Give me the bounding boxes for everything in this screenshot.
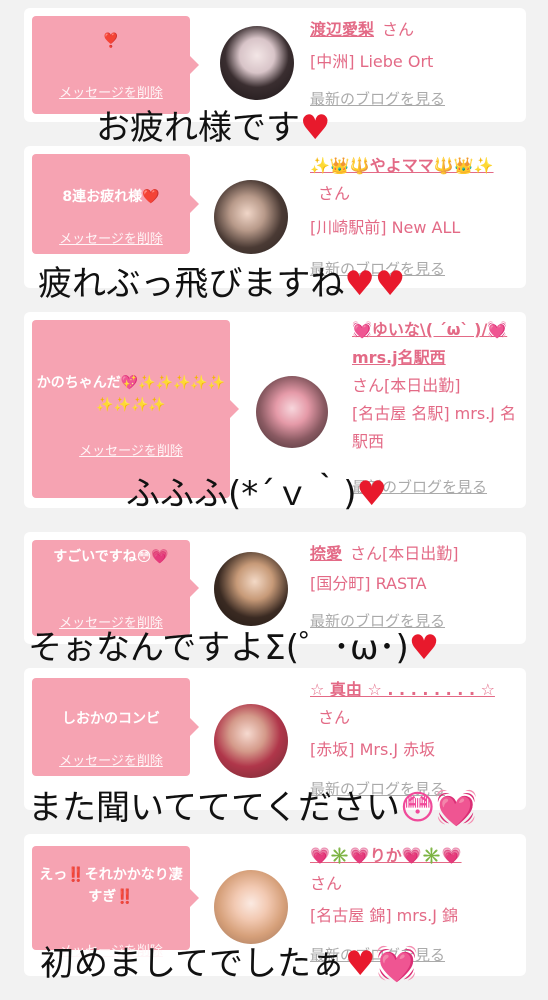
san-label: さん <box>382 20 415 39</box>
shop-label: [国分町] RASTA <box>310 574 427 593</box>
avatar[interactable] <box>220 26 294 100</box>
delete-message-link[interactable]: メッセージを削除 <box>32 440 230 459</box>
overlay-caption: お疲れ様です♥ <box>96 108 331 148</box>
san-label: さん <box>318 184 351 203</box>
heart-icon: ♥💓 <box>344 944 418 984</box>
delete-message-link[interactable]: メッセージを削除 <box>32 750 190 769</box>
overlay-caption: そぉなんですよΣ(゜･ω･)♥ <box>28 628 440 668</box>
shop-label: [名古屋 錦] mrs.J 錦 <box>310 906 459 925</box>
overlay-caption: また聞いてててください😳💓 <box>28 788 478 828</box>
message-text: しおかのコンビ <box>62 711 160 727</box>
avatar[interactable] <box>214 552 288 626</box>
avatar[interactable] <box>256 376 328 448</box>
delete-message-link[interactable]: メッセージを削除 <box>32 228 190 247</box>
san-label: さん <box>318 708 351 727</box>
delete-message-link[interactable]: メッセージを削除 <box>32 82 190 101</box>
cast-info: ☆ 真由 ☆ . . . . . . . . ☆ さん [赤坂] Mrs.J 赤坂 <box>310 676 514 764</box>
heart-icon: ♥♥ <box>344 264 406 304</box>
cast-name-link[interactable]: 捺愛 <box>310 544 342 563</box>
cast-name-link[interactable]: ☆ 真由 ☆ . . . . . . . . ☆ <box>310 680 495 699</box>
shop-label: [川崎駅前] New ALL <box>310 218 461 237</box>
san-label: さん <box>350 544 383 563</box>
message-bubble: えっ‼️それかかなり凄すぎ‼️ メッセージを削除 <box>32 846 199 959</box>
shop-label: [名古屋 名駅] mrs.J 名駅西 <box>352 404 517 451</box>
message-text: かのちゃんだ💖✨✨✨✨✨✨✨✨✨ <box>36 375 226 413</box>
heart-icon: ♥ <box>300 108 331 148</box>
avatar[interactable] <box>214 704 288 778</box>
message-text: えっ‼️それかかなり凄すぎ‼️ <box>39 867 183 905</box>
heart-icon: ♥ <box>408 628 440 668</box>
cast-info: 💗✳️💗りか💗✳️💗 さん [名古屋 錦] mrs.J 錦 <box>310 842 514 930</box>
message-text: ❣️ <box>102 33 120 49</box>
heart-icon: ♥ <box>356 474 388 514</box>
message-bubble: しおかのコンビ メッセージを削除 <box>32 678 199 776</box>
cast-info: ✨👑🔱やよママ🔱👑✨ さん [川崎駅前] New ALL <box>310 152 514 242</box>
cast-name-link[interactable]: 💗✳️💗りか💗✳️💗 <box>310 846 462 865</box>
overlay-caption: 疲れぶっ飛びますね♥♥ <box>38 264 406 304</box>
flushed-face-icon: 😳💓 <box>399 788 478 828</box>
cast-name-link[interactable]: ✨👑🔱やよママ🔱👑✨ <box>310 156 494 175</box>
avatar[interactable] <box>214 870 288 944</box>
cast-info: 渡辺愛梨 さん [中洲] Liebe Ort <box>310 16 514 76</box>
shop-label: [中洲] Liebe Ort <box>310 52 434 71</box>
message-text: すごいですね😳💗 <box>53 549 169 565</box>
cast-info: 💓ゆいな\( ´ω` )/💓mrs.j名駅西 さん[本日出勤] [名古屋 名駅]… <box>352 316 522 456</box>
message-bubble: 8連お疲れ様❤️ メッセージを削除 <box>32 154 199 254</box>
san-label: さん <box>352 376 385 395</box>
working-today-label: [本日出勤] <box>384 376 461 395</box>
working-today-label: [本日出勤] <box>382 544 459 563</box>
shop-label: [赤坂] Mrs.J 赤坂 <box>310 740 436 759</box>
san-label: さん <box>310 874 343 893</box>
avatar[interactable] <box>214 180 288 254</box>
overlay-caption: ふふふ(*´ｖ｀)♥ <box>126 474 388 514</box>
overlay-caption: 初めましてでしたぁ♥💓 <box>40 944 418 984</box>
cast-name-link[interactable]: 渡辺愛梨 <box>310 20 374 39</box>
cast-info: 捺愛 さん[本日出勤] [国分町] RASTA <box>310 540 514 598</box>
cast-name-link[interactable]: 💓ゆいな\( ´ω` )/💓mrs.j名駅西 <box>352 320 507 367</box>
message-text: 8連お疲れ様❤️ <box>62 189 160 205</box>
